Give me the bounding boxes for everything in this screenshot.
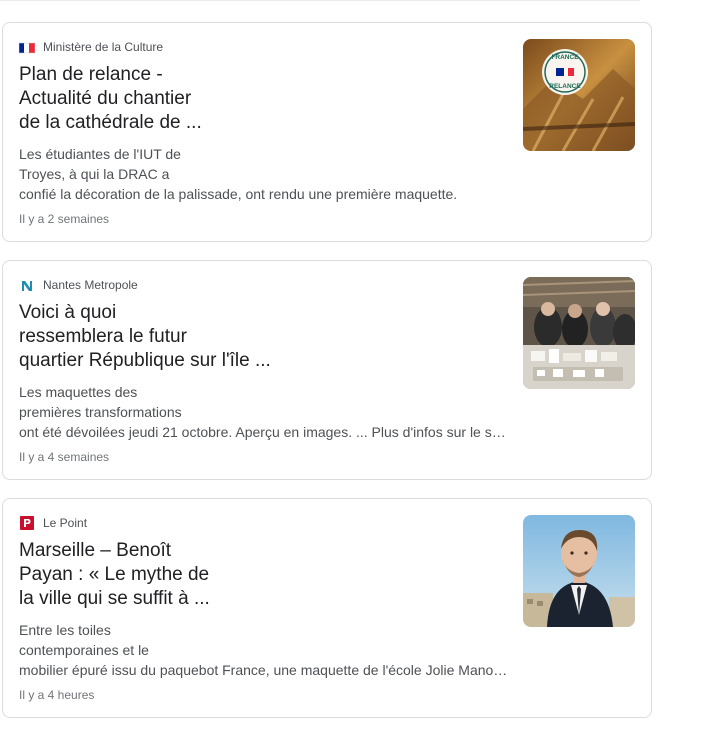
snippet-line: Les étudiantes de l'IUT de [19, 146, 181, 162]
news-card[interactable]: Le Point Marseille – Benoît Payan : « Le… [2, 498, 652, 718]
news-source[interactable]: Le Point [19, 516, 87, 530]
title-line: la ville qui se suffit à ... [19, 588, 210, 609]
article-time: Il y a 2 semaines [19, 212, 110, 226]
snippet-line: Entre les toiles [19, 622, 111, 638]
title-line: Actualité du chantier [19, 88, 192, 109]
title-line: Plan de relance - [19, 64, 163, 85]
snippet-line: confié la décoration de la palissade, on… [19, 186, 458, 202]
nantes-n-icon [19, 279, 35, 291]
title-line: Voici à quoi [19, 302, 117, 323]
title-line: Payan : « Le mythe de [19, 564, 210, 585]
article-thumbnail[interactable]: FRANCE RELANCE [523, 39, 635, 151]
snippet-line: Troyes, à qui la DRAC a [19, 166, 170, 182]
source-name: Ministère de la Culture [43, 40, 164, 54]
news-source[interactable]: Ministère de la Culture [18, 40, 164, 54]
article-title[interactable]: Plan de relance - Actualité du chantier … [19, 63, 269, 135]
article-title[interactable]: Marseille – Benoît Payan : « Le mythe de… [19, 539, 269, 611]
news-card[interactable]: Ministère de la Culture Plan de relance … [2, 22, 652, 242]
article-time: Il y a 4 semaines [19, 450, 110, 464]
snippet-line: mobilier épuré issu du paquebot France, … [19, 662, 508, 678]
source-name: Le Point [43, 516, 88, 530]
article-time: Il y a 4 heures [19, 688, 95, 702]
le-point-p-icon [19, 516, 35, 530]
news-source[interactable]: Nantes Metropole [19, 278, 138, 292]
title-line: ressemblera le futur [19, 326, 187, 347]
snippet-line: premières transformations [19, 404, 182, 420]
article-snippet: Entre les toiles contemporaines et le mo… [19, 620, 509, 680]
news-card[interactable]: Nantes Metropole Voici à quoi ressembler… [2, 260, 652, 480]
title-line: de la cathédrale de ... [19, 112, 202, 133]
article-thumbnail[interactable] [523, 515, 635, 627]
article-title[interactable]: Voici à quoi ressemblera le futur quarti… [19, 301, 271, 373]
french-flag-icon [18, 41, 36, 54]
snippet-line: Les maquettes des [19, 384, 138, 400]
svg-text:FRANCE: FRANCE [551, 54, 579, 61]
title-line: quartier République sur l'île ... [19, 350, 271, 371]
svg-text:RELANCE: RELANCE [549, 83, 581, 90]
article-snippet: Les maquettes des premières transformati… [19, 382, 509, 442]
title-line: Marseille – Benoît [19, 540, 172, 561]
top-divider [0, 0, 640, 1]
article-thumbnail[interactable] [523, 277, 635, 389]
snippet-line: ont été dévoilées jeudi 21 octobre. Aper… [19, 424, 506, 440]
source-name: Nantes Metropole [43, 278, 138, 292]
snippet-line: contemporaines et le [19, 642, 149, 658]
article-snippet: Les étudiantes de l'IUT de Troyes, à qui… [19, 144, 509, 204]
